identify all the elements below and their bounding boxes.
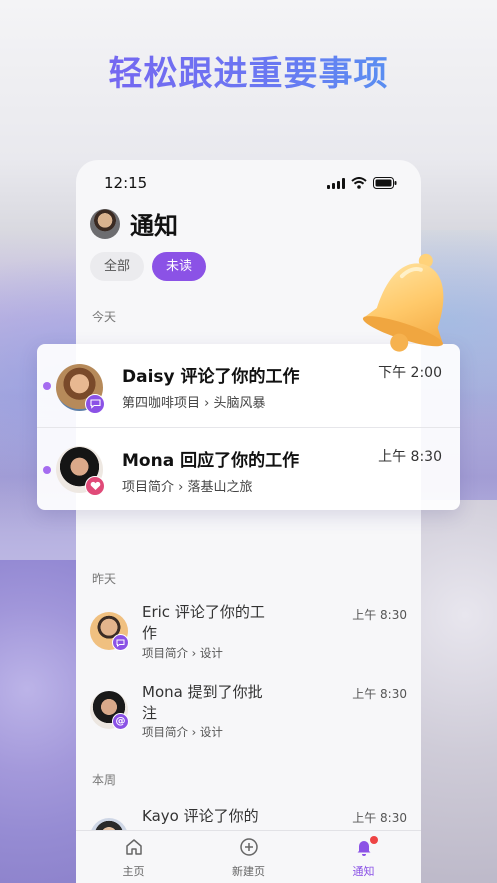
heart-icon [85, 476, 105, 496]
notification-time: 上午 8:30 [352, 687, 407, 701]
wifi-icon [351, 177, 367, 189]
comment-icon [85, 394, 105, 414]
home-icon [124, 837, 144, 861]
bell-illustration-icon [350, 248, 460, 360]
notification-time: 下午 2:00 [378, 365, 442, 381]
background-fur-right [417, 500, 497, 883]
promo-headline: 轻松跟进重要事项 [0, 46, 497, 95]
unread-badge [370, 836, 378, 844]
notification-subtitle: 项目简介 › 设计 [142, 646, 223, 660]
status-icons [327, 177, 397, 189]
filter-all-chip[interactable]: 全部 [90, 252, 145, 281]
filter-chips: 全部 未读 [90, 252, 207, 281]
notification-time: 上午 8:30 [352, 811, 407, 825]
mention-icon: @ [112, 713, 129, 730]
signal-icon [327, 177, 345, 189]
notification-time: 上午 8:30 [378, 449, 442, 465]
header: 通知 [90, 206, 178, 241]
section-this-week-label: 本周 [92, 773, 117, 787]
profile-avatar[interactable] [90, 208, 120, 239]
tab-label: 新建页 [232, 865, 265, 878]
notification-subtitle: 项目简介 › 落基山之旅 [122, 480, 253, 495]
unread-dot [43, 466, 51, 474]
bottom-tab-bar: 主页 新建页 通知 [76, 830, 421, 883]
tab-new-page[interactable]: 新建页 [191, 831, 306, 883]
page-title: 通知 [130, 212, 178, 240]
unread-dot [43, 382, 51, 390]
notification-title: Eric 评论了你的工作 [142, 603, 265, 642]
notification-title: Kayo 评论了你的 [142, 807, 259, 825]
battery-icon [373, 177, 397, 189]
tab-label: 通知 [352, 865, 375, 878]
notification-subtitle: 第四咖啡项目 › 头脑风暴 [122, 396, 266, 411]
tab-home[interactable]: 主页 [76, 831, 191, 883]
tab-notifications[interactable]: 通知 [306, 831, 421, 883]
notification-subtitle: 项目简介 › 设计 [142, 725, 223, 739]
notification-time: 上午 8:30 [352, 608, 407, 622]
section-today-label: 今天 [92, 310, 117, 324]
notification-item-mona[interactable]: Mona 回应了你的工作 项目简介 › 落基山之旅 上午 8:30 [37, 427, 460, 510]
notification-title: Mona 回应了你的工作 [122, 451, 300, 471]
notification-title: Daisy 评论了你的工作 [122, 367, 300, 387]
notification-item-eric[interactable]: Eric 评论了你的工作 项目简介 › 设计 上午 8:30 [76, 600, 421, 676]
featured-notifications-card: Daisy 评论了你的工作 第四咖啡项目 › 头脑风暴 下午 2:00 Mona… [37, 344, 460, 510]
notification-item-mona-mention[interactable]: @ Mona 提到了你批注 项目简介 › 设计 上午 8:30 [76, 680, 421, 756]
status-bar: 12:15 [104, 174, 397, 194]
filter-unread-chip[interactable]: 未读 [152, 252, 207, 281]
tab-label: 主页 [122, 865, 145, 878]
comment-icon [112, 634, 129, 651]
section-yesterday-label: 昨天 [92, 572, 117, 586]
status-time: 12:15 [104, 174, 148, 192]
notification-title: Mona 提到了你批注 [142, 683, 263, 722]
add-circle-icon [239, 837, 259, 861]
